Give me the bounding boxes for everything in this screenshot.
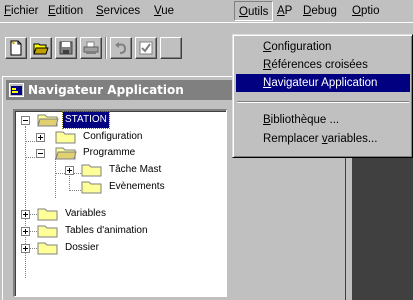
tree-item-label: Variables (65, 208, 106, 219)
folder-icon (55, 131, 76, 144)
menu-item-references-croisees[interactable]: Références croisées (236, 56, 410, 74)
printer-icon (83, 41, 99, 54)
floppy-disk-icon (59, 41, 73, 55)
folder-icon (81, 181, 102, 194)
open-folder-icon (33, 43, 49, 55)
undo-icon (115, 42, 127, 54)
new-file-icon (10, 40, 22, 56)
application-tree[interactable]: STATION Configuration Programme Tâche Ma… (13, 109, 227, 297)
toolbar-separator (105, 37, 107, 59)
menu-options[interactable]: Optio (348, 1, 384, 21)
tree-line (25, 126, 26, 278)
checkbox-icon (139, 41, 153, 55)
tree-line (69, 173, 70, 191)
expand-toggle[interactable] (65, 166, 74, 175)
menu-item-remplacer-variables[interactable]: Remplacer variables... (236, 130, 410, 148)
undo-button[interactable] (110, 37, 132, 59)
outils-dropdown-menu: Configuration Références croisées Naviga… (232, 34, 413, 158)
tree-item-label: Dossier (65, 242, 99, 253)
collapse-toggle[interactable] (36, 149, 45, 158)
folder-icon (81, 164, 102, 177)
toolbar-button-partial[interactable] (160, 37, 182, 59)
folder-icon (37, 242, 58, 255)
menu-services[interactable]: Services (92, 1, 144, 21)
menu-bar: Fichier Edition Services Vue Outils AP D… (0, 0, 413, 22)
expand-toggle[interactable] (21, 210, 30, 219)
menu-item-bibliotheque[interactable]: Bibliothèque ... (236, 111, 410, 129)
tree-item-label: Tâche Mast (109, 164, 162, 175)
menu-edition[interactable]: Edition (44, 1, 87, 21)
expand-toggle[interactable] (21, 227, 30, 236)
open-folder-icon (37, 114, 59, 127)
open-file-button[interactable] (30, 37, 52, 59)
menu-item-configuration[interactable]: Configuration (236, 38, 410, 56)
tree-item-label: Tables d'animation (65, 225, 148, 236)
collapse-toggle[interactable] (21, 116, 30, 125)
tree-item-label: Configuration (83, 131, 143, 142)
tree-line (55, 158, 56, 198)
expand-toggle[interactable] (36, 133, 45, 142)
menu-vue[interactable]: Vue (150, 1, 178, 21)
tree-item-label: STATION (62, 111, 110, 129)
expand-toggle[interactable] (21, 244, 30, 253)
menu-debug[interactable]: Debug (299, 1, 341, 21)
tree-item-label: Evènements (109, 181, 165, 192)
open-folder-icon (55, 147, 77, 160)
print-button[interactable] (80, 37, 102, 59)
tree-item-label: Programme (83, 147, 136, 158)
save-button[interactable] (55, 37, 77, 59)
new-file-button[interactable] (5, 37, 27, 59)
validate-button[interactable] (135, 37, 157, 59)
menu-fichier[interactable]: Fichier (0, 1, 43, 21)
menu-ap[interactable]: AP (273, 1, 296, 21)
menu-separator (237, 101, 409, 103)
folder-icon (37, 225, 58, 238)
navigator-app-icon (9, 83, 24, 97)
navigator-title: Navigateur Application (28, 83, 184, 97)
folder-icon (37, 208, 58, 221)
menu-item-navigateur-application[interactable]: Navigateur Application (236, 74, 410, 92)
menu-outils[interactable]: Outils (234, 1, 274, 21)
